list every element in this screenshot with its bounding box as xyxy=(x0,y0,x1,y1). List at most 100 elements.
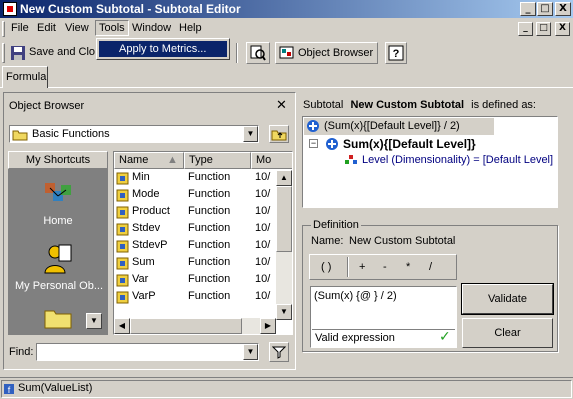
folder-dropdown[interactable]: Basic Functions ▼ xyxy=(9,125,259,143)
menu-window[interactable]: Window xyxy=(132,22,171,34)
menu-tools[interactable]: Tools xyxy=(95,20,129,36)
operator-minus-button[interactable]: - xyxy=(383,261,387,273)
mdi-restore-button[interactable]: □ xyxy=(536,22,551,36)
help-button[interactable]: ? xyxy=(385,42,407,64)
menu-file[interactable]: File xyxy=(11,22,29,34)
list-item-modified: 10/ xyxy=(255,273,271,285)
list-item[interactable]: Min Function 10/ xyxy=(114,170,274,187)
tab-formula[interactable]: Formula xyxy=(2,66,48,88)
function-icon xyxy=(116,274,129,287)
expression-editor[interactable]: (Sum(x) {@ } / 2) Valid expression ✓ xyxy=(310,286,457,348)
menu-edit[interactable]: Edit xyxy=(37,22,56,34)
title-bar: New Custom Subtotal - Subtotal Editor _ … xyxy=(0,0,573,18)
function-icon xyxy=(116,206,129,219)
status-text: Sum(ValueList) xyxy=(18,382,93,394)
column-header-type[interactable]: Type xyxy=(184,152,251,169)
list-item-modified: 10/ xyxy=(255,239,271,251)
filter-button[interactable] xyxy=(269,342,289,362)
operator-multiply-button[interactable]: * xyxy=(406,261,410,273)
column-name-label: Name xyxy=(119,154,149,166)
list-item-name: Stdev xyxy=(132,222,161,234)
subtotal-prefix: Subtotal xyxy=(303,99,344,111)
list-item-name: Var xyxy=(132,273,149,285)
list-item-type: Function xyxy=(188,188,231,200)
vertical-scroll-thumb[interactable] xyxy=(276,186,292,252)
level-dimensionality-icon xyxy=(345,155,357,164)
list-item[interactable]: VarP Function 10/ xyxy=(114,289,274,306)
up-folder-button[interactable] xyxy=(269,125,289,143)
operator-parentheses-button[interactable]: ( ) xyxy=(321,261,331,273)
folder-icon xyxy=(12,130,28,141)
tree-root-node[interactable]: (Sum(x){[Default Level]} / 2) xyxy=(324,120,460,132)
list-item[interactable]: Sum Function 10/ xyxy=(114,255,274,272)
operator-divide-button[interactable]: / xyxy=(429,261,432,273)
list-item[interactable]: Stdev Function 10/ xyxy=(114,221,274,238)
expression-status: Valid expression xyxy=(315,332,395,344)
browse-toggle-button[interactable] xyxy=(246,42,270,64)
function-icon xyxy=(116,291,129,304)
scroll-up-button[interactable]: ▲ xyxy=(276,170,292,186)
find-dropdown-chevron-icon[interactable]: ▼ xyxy=(243,344,258,360)
chevron-down-icon[interactable]: ▼ xyxy=(243,126,258,142)
list-item-name: Sum xyxy=(132,256,155,268)
function-icon xyxy=(116,240,129,253)
shortcut-folder-icon[interactable] xyxy=(44,307,72,329)
svg-text:?: ? xyxy=(393,48,400,60)
shortcuts-scroll-down[interactable]: ▼ xyxy=(86,313,102,329)
clear-button[interactable]: Clear xyxy=(462,318,553,348)
expression-text[interactable]: (Sum(x) {@ } / 2) xyxy=(314,290,397,302)
validate-button[interactable]: Validate xyxy=(461,283,554,315)
list-item-type: Function xyxy=(188,171,231,183)
up-folder-icon xyxy=(271,130,287,141)
shortcut-personal-label: My Personal Ob... xyxy=(14,280,104,292)
scroll-down-button[interactable]: ▼ xyxy=(276,304,292,320)
definition-name-label: Name: xyxy=(311,235,344,247)
personal-objects-icon xyxy=(44,244,72,274)
mdi-minimize-button[interactable]: _ xyxy=(518,22,533,36)
column-header-name[interactable]: Name ▲ xyxy=(114,152,184,169)
maximize-button[interactable]: □ xyxy=(537,2,553,16)
function-icon xyxy=(116,189,129,202)
find-input[interactable]: ▼ xyxy=(36,343,259,361)
shortcut-personal[interactable]: My Personal Ob... xyxy=(8,241,108,301)
list-item-modified: 10/ xyxy=(255,171,271,183)
menu-help[interactable]: Help xyxy=(179,22,202,34)
list-item-name: Min xyxy=(132,171,150,183)
list-item[interactable]: StdevP Function 10/ xyxy=(114,238,274,255)
my-shortcuts-header[interactable]: My Shortcuts xyxy=(8,151,108,169)
function-icon xyxy=(116,172,129,185)
collapse-toggle-icon[interactable]: − xyxy=(309,139,318,148)
scroll-left-button[interactable]: ◀ xyxy=(114,318,130,334)
close-panel-icon[interactable]: ✕ xyxy=(276,98,287,113)
tab-strip: Formula xyxy=(0,66,573,88)
horizontal-scroll-thumb[interactable] xyxy=(130,318,242,334)
shortcut-home[interactable]: Home xyxy=(8,173,108,233)
list-item[interactable]: Mode Function 10/ xyxy=(114,187,274,204)
operator-plus-button[interactable]: + xyxy=(359,261,365,273)
tree-grandchild-node[interactable]: Level (Dimensionality) = [Default Level] xyxy=(362,154,553,166)
app-icon xyxy=(3,2,17,16)
object-browser-panel: Object Browser ✕ Basic Functions ▼ My Sh… xyxy=(3,92,296,370)
vertical-scrollbar[interactable]: ▲ ▼ xyxy=(276,170,292,320)
save-and-close-button[interactable]: Save and Clo xyxy=(8,42,98,64)
function-icon xyxy=(116,223,129,236)
tools-dropdown: Apply to Metrics... xyxy=(96,38,230,60)
mdi-close-button[interactable]: X xyxy=(555,22,570,36)
plus-operator-icon[interactable] xyxy=(306,119,320,133)
close-button[interactable]: X xyxy=(555,2,571,16)
tree-child-node[interactable]: Sum(x){[Default Level]} xyxy=(343,137,476,151)
minimize-button[interactable]: _ xyxy=(520,2,536,16)
list-item[interactable]: Product Function 10/ xyxy=(114,204,274,221)
plus-operator-icon[interactable] xyxy=(325,137,339,151)
list-item-name: StdevP xyxy=(132,239,168,251)
column-header-modified[interactable]: Mo xyxy=(251,152,292,169)
scroll-right-button[interactable]: ▶ xyxy=(260,318,276,334)
horizontal-scrollbar[interactable]: ◀ ▶ xyxy=(114,318,276,334)
menu-item-apply-to-metrics[interactable]: Apply to Metrics... xyxy=(99,41,227,57)
object-browser-button[interactable]: Object Browser xyxy=(275,42,378,64)
object-browser-title: Object Browser xyxy=(9,100,85,112)
menu-view[interactable]: View xyxy=(65,22,89,34)
help-icon: ? xyxy=(388,45,404,61)
subtotal-header: Subtotal New Custom Subtotal is defined … xyxy=(303,99,536,111)
list-item[interactable]: Var Function 10/ xyxy=(114,272,274,289)
